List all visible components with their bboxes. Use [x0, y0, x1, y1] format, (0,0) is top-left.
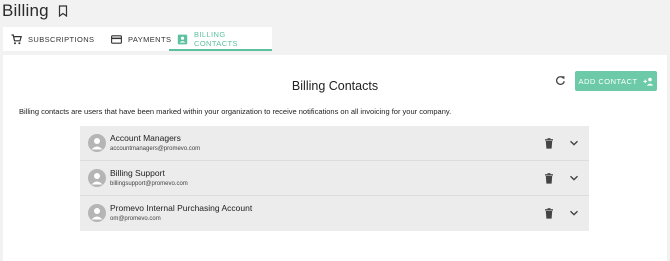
contact-email: om@promevo.com [110, 216, 161, 222]
expand-contact-button[interactable] [569, 209, 579, 217]
contact-name: Billing Support [110, 168, 165, 178]
expand-contact-button[interactable] [569, 174, 579, 182]
add-person-icon [642, 77, 654, 86]
chevron-down-icon [570, 210, 578, 216]
refresh-button[interactable] [553, 75, 567, 89]
section-title: Billing Contacts [291, 79, 379, 93]
delete-contact-button[interactable] [544, 138, 554, 149]
contact-list: Account Managers accountmanagers@promevo… [80, 126, 589, 231]
tab-subscriptions[interactable]: SUBSCRIPTIONS [3, 27, 103, 51]
tab-label: SUBSCRIPTIONS [28, 34, 95, 44]
avatar [88, 169, 106, 187]
trash-icon [545, 208, 553, 219]
tab-billing-contacts[interactable]: BILLING CONTACTS [169, 27, 272, 51]
credit-card-icon [111, 34, 122, 45]
page-header: Billing [2, 0, 68, 22]
expand-contact-button[interactable] [569, 139, 579, 147]
contact-item[interactable]: Promevo Internal Purchasing Account om@p… [80, 196, 589, 231]
page-title: Billing [2, 1, 49, 20]
contact-email: billingsupport@promevo.com [110, 181, 188, 187]
contact-name: Promevo Internal Purchasing Account [110, 203, 253, 213]
avatar [88, 204, 106, 222]
bookmark-icon[interactable] [58, 5, 68, 17]
trash-icon [545, 138, 553, 149]
description-text: Billing contacts are users that have bee… [19, 107, 452, 116]
refresh-icon [555, 73, 566, 91]
chevron-down-icon [570, 175, 578, 181]
billing-contacts-panel: Billing Contacts ADD CONTACT Billing con… [3, 55, 667, 261]
tab-bar: SUBSCRIPTIONS PAYMENTS BILLING CONTACTS [3, 27, 272, 51]
add-contact-button[interactable]: ADD CONTACT [575, 71, 657, 91]
contact-email: accountmanagers@promevo.com [110, 146, 201, 152]
contact-item[interactable]: Billing Support billingsupport@promevo.c… [80, 161, 589, 196]
contact-name: Account Managers [110, 133, 181, 143]
trash-icon [545, 173, 553, 184]
tab-label: PAYMENTS [128, 34, 172, 44]
chevron-down-icon [570, 140, 578, 146]
delete-contact-button[interactable] [544, 208, 554, 219]
avatar [88, 134, 106, 152]
contact-item[interactable]: Account Managers accountmanagers@promevo… [80, 126, 589, 161]
cart-icon [11, 33, 22, 45]
contact-card-icon [177, 34, 188, 45]
delete-contact-button[interactable] [544, 173, 554, 184]
add-contact-label: ADD CONTACT [578, 76, 638, 86]
tab-payments[interactable]: PAYMENTS [103, 27, 172, 51]
tab-label: BILLING CONTACTS [194, 30, 238, 48]
